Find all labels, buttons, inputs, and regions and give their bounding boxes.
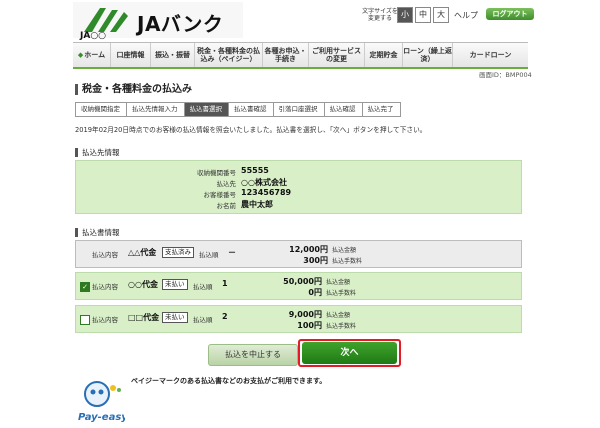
nav-time-deposit[interactable]: 定期貯金 <box>365 43 403 67</box>
instruction-text: 2019年02月20日時点でのお客様の払込情報を照会いたしました。払込書を選択し… <box>75 126 427 134</box>
bill-fee-label: 払込手数料 <box>332 258 363 265</box>
bill-content-label: 払込内容 <box>92 251 118 259</box>
bill-checkbox[interactable] <box>80 315 90 325</box>
bill-checkbox[interactable]: ✓ <box>80 282 90 292</box>
bill-order-label: 払込順 <box>193 316 213 324</box>
cancel-payment-button[interactable]: 払込を中止する <box>208 344 298 366</box>
status-badge: 未払い <box>162 279 188 290</box>
payee-panel: 収納機関番号 55555 払込先 ○○株式会社 お客様番号 123456789 … <box>75 160 522 214</box>
bill-amount: 50,000円 <box>283 277 322 286</box>
next-button[interactable]: 次へ <box>302 342 397 364</box>
font-size-label-line2: 変更する <box>367 15 392 22</box>
help-link[interactable]: ヘルプ <box>454 10 478 21</box>
bill-order: 2 <box>222 312 228 321</box>
nav-home-label: ホーム <box>84 51 106 59</box>
bill-content-label: 払込内容 <box>92 316 118 324</box>
bill-amount: 9,000円 <box>288 310 322 319</box>
bill-fee: 0円 <box>308 288 322 297</box>
bill-amount: 12,000円 <box>289 245 328 254</box>
payee-section-title: 払込先情報 <box>75 148 120 157</box>
payee-label-agency-no: 収納機関番号 <box>197 169 236 177</box>
bill-order: － <box>228 248 236 257</box>
step-6: 払込確認 <box>323 102 363 117</box>
bill-row: 払込内容 △△代金 支払済み 払込順 － 12,000円 払込金額 300円 払… <box>75 240 522 268</box>
progress-steps: 収納機関指定 払込先情報入力 払込書選択 払込書確認 引落口座選択 払込確認 払… <box>75 102 401 117</box>
step-1: 収納機関指定 <box>75 102 127 117</box>
payeasy-logo-icon: Pay-easy <box>78 381 125 423</box>
bill-row[interactable]: ✓ 払込内容 ○○代金 未払い 払込順 1 50,000円 払込金額 0円 払込… <box>75 272 522 300</box>
sub-brand: JA○○ <box>80 31 107 41</box>
nav-loan[interactable]: ローン（繰上返済） <box>403 43 453 67</box>
payeasy-note: ペイジーマークのある払込書などのお支払がご利用できます。 <box>131 377 327 385</box>
bill-name: ○○代金 <box>128 280 158 289</box>
step-3-current: 払込書選択 <box>183 102 229 117</box>
step-2: 払込先情報入力 <box>126 102 185 117</box>
bill-name: □□代金 <box>128 313 160 322</box>
nav-account-info[interactable]: 口座情報 <box>111 43 151 67</box>
bill-content-label: 払込内容 <box>92 283 118 291</box>
bill-fee: 100円 <box>297 321 322 330</box>
payee-value-agency-no: 55555 <box>241 166 269 175</box>
payee-value-recipient: ○○株式会社 <box>241 178 287 187</box>
bill-section-title: 払込書情報 <box>75 228 120 237</box>
step-7: 払込完了 <box>361 102 401 117</box>
home-icon: ◆ <box>77 51 84 59</box>
bill-order-label: 払込順 <box>193 283 213 291</box>
page-title: 税金・各種料金の払込み <box>75 84 192 95</box>
nav-card-loan[interactable]: カードローン <box>453 43 528 67</box>
bill-amount-label: 払込金額 <box>332 247 357 254</box>
payee-value-name: 農中太郎 <box>241 200 273 209</box>
nav-applications[interactable]: 各種お申込・手続き <box>263 43 309 67</box>
nav-transfer[interactable]: 振込・振替 <box>151 43 195 67</box>
bill-order-label: 払込順 <box>199 251 219 259</box>
ja-logo-icon <box>84 8 128 32</box>
brand-name: JAバンク <box>137 12 224 36</box>
bill-order: 1 <box>222 279 228 288</box>
font-size-large-button[interactable]: 大 <box>433 7 449 23</box>
bill-fee-label: 払込手数料 <box>326 290 357 297</box>
payee-label-recipient: 払込先 <box>216 180 237 188</box>
bill-fee-label: 払込手数料 <box>326 323 357 330</box>
payee-label-customer-no: お客様番号 <box>203 191 237 199</box>
main-nav: ◆ ホーム 口座情報 振込・振替 税金・各種料金の払込み（ペイジー） 各種お申込・… <box>73 42 528 69</box>
step-4: 払込書確認 <box>228 102 274 117</box>
status-badge: 支払済み <box>162 247 194 258</box>
font-size-small-button[interactable]: 小 <box>397 7 413 23</box>
bill-name: △△代金 <box>128 248 157 257</box>
logout-button[interactable]: ログアウト <box>486 8 534 20</box>
payee-value-customer-no: 123456789 <box>241 188 292 197</box>
step-5: 引落口座選択 <box>272 102 325 117</box>
font-size-medium-button[interactable]: 中 <box>415 7 431 23</box>
font-size-label: 文字サイズを 変更する <box>362 8 398 22</box>
bill-row[interactable]: 払込内容 □□代金 未払い 払込順 2 9,000円 払込金額 100円 払込手… <box>75 305 522 333</box>
nav-service-change[interactable]: ご利用サービスの変更 <box>309 43 365 67</box>
payee-label-name: お名前 <box>216 202 237 210</box>
status-badge: 未払い <box>162 312 188 323</box>
bill-amount-label: 払込金額 <box>326 279 351 286</box>
nav-tax-payment[interactable]: 税金・各種料金の払込み（ペイジー） <box>195 43 263 67</box>
screen-id: 画面ID：BMP004 <box>479 71 532 79</box>
bill-amount-label: 払込金額 <box>326 312 351 319</box>
nav-home[interactable]: ◆ ホーム <box>73 43 111 67</box>
payeasy-logo-text: Pay-easy <box>78 412 125 423</box>
bill-fee: 300円 <box>303 256 328 265</box>
font-size-label-line1: 文字サイズを <box>362 8 398 15</box>
